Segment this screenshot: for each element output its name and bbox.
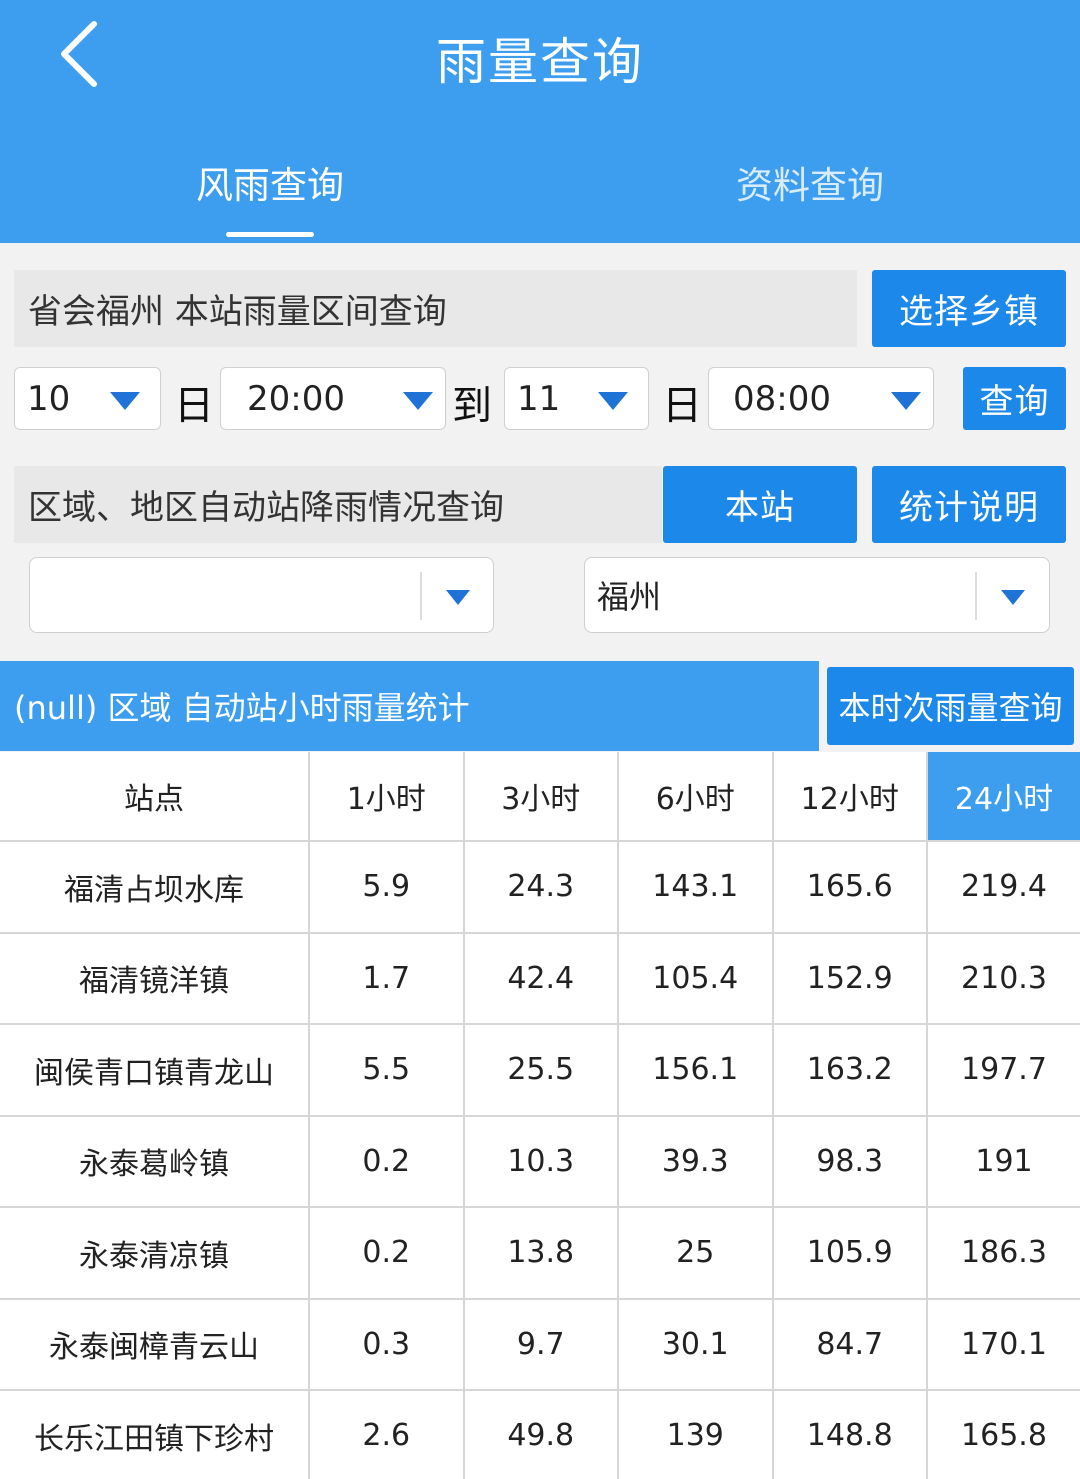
triangle-down-icon bbox=[891, 392, 921, 410]
rain-1h-cell: 2.6 bbox=[310, 1391, 465, 1479]
to-day-value: 11 bbox=[517, 378, 561, 419]
station-name-cell: 永泰闽樟青云山 bbox=[0, 1299, 310, 1389]
rain-24h-cell: 165.8 bbox=[961, 1418, 1047, 1454]
column-header-12h[interactable]: 12小时 bbox=[774, 752, 928, 840]
rain-12h-cell: 163.2 bbox=[774, 1025, 928, 1115]
current-hour-query-button[interactable]: 本时次雨量查询 bbox=[827, 667, 1074, 745]
city-dropdown[interactable]: 福州 bbox=[584, 557, 1050, 633]
region-query-label: 区域、地区自动站降雨情况查询 bbox=[14, 466, 662, 543]
from-day-value: 10 bbox=[27, 378, 71, 419]
rain-24h-cell: 186.3 bbox=[961, 1235, 1047, 1271]
rain-1h-cell: 1.7 bbox=[310, 933, 465, 1023]
rain-6h-cell: 143.1 bbox=[619, 842, 774, 932]
rain-6h-cell: 30.1 bbox=[619, 1299, 774, 1389]
hourly-stats-title: (null) 区域 自动站小时雨量统计 bbox=[0, 661, 819, 751]
rain-3h-cell: 9.7 bbox=[465, 1299, 619, 1389]
city-value: 福州 bbox=[597, 578, 662, 616]
rain-6h-cell: 139 bbox=[619, 1391, 774, 1479]
query-button[interactable]: 查询 bbox=[963, 367, 1066, 430]
rain-12h-cell: 105.9 bbox=[774, 1208, 928, 1298]
to-day-select[interactable]: 11 bbox=[504, 367, 649, 430]
day-unit-label-2: 日 bbox=[662, 383, 702, 429]
table-row[interactable]: 永泰葛岭镇 0.2 10.3 39.3 98.3 191 bbox=[0, 1116, 1080, 1208]
rain-12h-cell: 98.3 bbox=[774, 1116, 928, 1206]
stats-description-button[interactable]: 统计说明 bbox=[872, 466, 1066, 543]
rain-24h-cell: 170.1 bbox=[961, 1326, 1047, 1362]
from-time-select[interactable]: 20:00 bbox=[220, 367, 446, 430]
rainfall-table: 站点 1小时 3小时 6小时 12小时 24小时 福清占坝水库 5.9 24.3 14… bbox=[0, 752, 1080, 1479]
column-header-6h[interactable]: 6小时 bbox=[619, 752, 774, 840]
from-day-select[interactable]: 10 bbox=[14, 367, 161, 430]
day-unit-label: 日 bbox=[174, 383, 214, 429]
station-name-cell: 永泰清凉镇 bbox=[0, 1208, 310, 1298]
rain-12h-cell: 148.8 bbox=[774, 1391, 928, 1479]
column-header-station[interactable]: 站点 bbox=[0, 752, 310, 840]
table-row[interactable]: 闽侯青口镇青龙山 5.5 25.5 156.1 163.2 197.7 bbox=[0, 1025, 1080, 1117]
column-header-24h[interactable]: 24小时 bbox=[928, 752, 1080, 840]
triangle-down-icon bbox=[1001, 590, 1025, 605]
rain-3h-cell: 10.3 bbox=[465, 1116, 619, 1206]
rain-6h-cell: 25 bbox=[619, 1208, 774, 1298]
table-row[interactable]: 永泰闽樟青云山 0.3 9.7 30.1 84.7 170.1 bbox=[0, 1299, 1080, 1391]
dropdown-divider bbox=[975, 572, 977, 620]
table-row[interactable]: 永泰清凉镇 0.2 13.8 25 105.9 186.3 bbox=[0, 1208, 1080, 1300]
active-tab-indicator bbox=[226, 232, 314, 237]
rain-3h-cell: 49.8 bbox=[465, 1391, 619, 1479]
rain-12h-cell: 165.6 bbox=[774, 842, 928, 932]
page-title: 雨量查询 bbox=[436, 33, 644, 91]
triangle-down-icon bbox=[110, 392, 140, 410]
select-town-button[interactable]: 选择乡镇 bbox=[872, 270, 1066, 347]
from-time-value: 20:00 bbox=[247, 378, 345, 419]
station-name-cell: 长乐江田镇下珍村 bbox=[0, 1391, 310, 1479]
this-station-button[interactable]: 本站 bbox=[663, 466, 857, 543]
station-range-label: 省会福州 本站雨量区间查询 bbox=[14, 270, 857, 347]
rain-24h-cell: 219.4 bbox=[961, 869, 1047, 905]
to-label: 到 bbox=[452, 383, 492, 429]
rain-1h-cell: 0.3 bbox=[310, 1299, 465, 1389]
rain-3h-cell: 24.3 bbox=[465, 842, 619, 932]
rain-1h-cell: 0.2 bbox=[310, 1116, 465, 1206]
rain-12h-cell: 84.7 bbox=[774, 1299, 928, 1389]
tab-wind-rain[interactable]: 风雨查询 bbox=[170, 155, 370, 209]
station-name-cell: 福清占坝水库 bbox=[0, 842, 310, 932]
to-time-select[interactable]: 08:00 bbox=[708, 367, 934, 430]
region-dropdown[interactable] bbox=[29, 557, 494, 633]
rain-1h-cell: 0.2 bbox=[310, 1208, 465, 1298]
table-row[interactable]: 福清占坝水库 5.9 24.3 143.1 165.6 219.4 bbox=[0, 842, 1080, 934]
column-header-1h[interactable]: 1小时 bbox=[310, 752, 465, 840]
rain-6h-cell: 156.1 bbox=[619, 1025, 774, 1115]
table-row[interactable]: 福清镜洋镇 1.7 42.4 105.4 152.9 210.3 bbox=[0, 933, 1080, 1025]
rain-3h-cell: 13.8 bbox=[465, 1208, 619, 1298]
station-name-cell: 闽侯青口镇青龙山 bbox=[0, 1025, 310, 1115]
rain-24h-cell: 191 bbox=[975, 1143, 1033, 1179]
rain-6h-cell: 39.3 bbox=[619, 1116, 774, 1206]
rain-12h-cell: 152.9 bbox=[774, 933, 928, 1023]
station-name-cell: 永泰葛岭镇 bbox=[0, 1116, 310, 1206]
triangle-down-icon bbox=[598, 392, 628, 410]
table-header-row: 站点 1小时 3小时 6小时 12小时 24小时 bbox=[0, 752, 1080, 842]
tab-data-query[interactable]: 资料查询 bbox=[700, 155, 920, 209]
rain-3h-cell: 42.4 bbox=[465, 933, 619, 1023]
triangle-down-icon bbox=[403, 392, 433, 410]
rain-1h-cell: 5.9 bbox=[310, 842, 465, 932]
rain-1h-cell: 5.5 bbox=[310, 1025, 465, 1115]
table-row[interactable]: 长乐江田镇下珍村 2.6 49.8 139 148.8 165.8 bbox=[0, 1391, 1080, 1479]
app-header: 雨量查询 风雨查询 资料查询 bbox=[0, 0, 1080, 243]
rain-24h-cell: 197.7 bbox=[961, 1052, 1047, 1088]
column-header-3h[interactable]: 3小时 bbox=[465, 752, 619, 840]
dropdown-divider bbox=[420, 572, 422, 620]
rain-24h-cell: 210.3 bbox=[961, 960, 1047, 996]
to-time-value: 08:00 bbox=[733, 378, 831, 419]
rain-6h-cell: 105.4 bbox=[619, 933, 774, 1023]
station-name-cell: 福清镜洋镇 bbox=[0, 933, 310, 1023]
rain-3h-cell: 25.5 bbox=[465, 1025, 619, 1115]
triangle-down-icon bbox=[446, 590, 470, 605]
